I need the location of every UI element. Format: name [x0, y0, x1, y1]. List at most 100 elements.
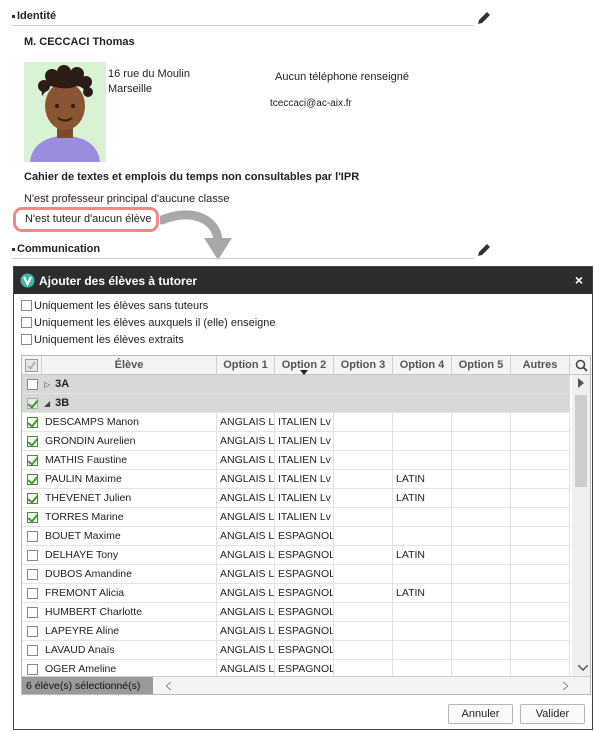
cell-opt4: LATIN	[393, 584, 452, 603]
table-row[interactable]: DESCAMPS Manon ANGLAIS L ITALIEN Lv	[22, 413, 570, 432]
cell-name: BOUET Maxime	[42, 527, 217, 546]
filter-extracted[interactable]: Uniquement les élèves extraits	[21, 334, 184, 348]
row-checkbox-cell[interactable]	[22, 489, 42, 508]
row-checkbox-cell[interactable]	[22, 565, 42, 584]
table-row[interactable]: LAVAUD Anaïs ANGLAIS L ESPAGNOL	[22, 641, 570, 660]
email-link[interactable]: tceccaci@ac-aix.fr	[270, 98, 352, 109]
table-row[interactable]: PAULIN Maxime ANGLAIS L ITALIEN Lv LATIN	[22, 470, 570, 489]
row-checkbox-cell[interactable]	[22, 546, 42, 565]
table-row[interactable]: HUMBERT Charlotte ANGLAIS L ESPAGNOL	[22, 603, 570, 622]
row-checkbox-cell[interactable]	[22, 584, 42, 603]
validate-button[interactable]: Valider	[520, 704, 585, 724]
cell-autres	[511, 508, 570, 527]
cell-opt4	[393, 527, 452, 546]
communication-section-header: Communication	[12, 243, 474, 259]
search-icon[interactable]	[575, 359, 588, 372]
row-checkbox[interactable]	[27, 569, 38, 580]
table-row[interactable]: THEVENET Julien ANGLAIS L ITALIEN Lv LATIN	[22, 489, 570, 508]
table-row[interactable]: DUBOS Amandine ANGLAIS L ESPAGNOL	[22, 565, 570, 584]
table-row[interactable]: TORRES Marine ANGLAIS L ITALIEN Lv	[22, 508, 570, 527]
cancel-button[interactable]: Annuler	[448, 704, 513, 724]
col-option-1[interactable]: Option 1	[217, 356, 275, 375]
bullet-icon	[12, 247, 15, 251]
select-all-cell[interactable]	[22, 356, 42, 375]
row-checkbox-cell[interactable]	[22, 432, 42, 451]
row-checkbox[interactable]	[27, 455, 38, 466]
group-label[interactable]: ▷ 3A	[44, 375, 69, 394]
select-all-checkbox-icon[interactable]	[25, 359, 38, 372]
scrollbar-thumb[interactable]	[575, 395, 587, 487]
dialog-title-bar: Ajouter des élèves à tutorer ×	[14, 267, 592, 294]
scroll-right-icon[interactable]	[562, 682, 568, 690]
row-checkbox-cell[interactable]	[22, 470, 42, 489]
col-autres[interactable]: Autres	[511, 356, 570, 375]
table-row[interactable]: DELHAYE Tony ANGLAIS L ESPAGNOL LATIN	[22, 546, 570, 565]
row-checkbox-cell[interactable]	[22, 622, 42, 641]
close-icon[interactable]: ×	[575, 272, 583, 288]
cell-opt1: ANGLAIS L	[217, 622, 275, 641]
row-checkbox[interactable]	[27, 531, 38, 542]
row-checkbox-cell[interactable]	[22, 451, 42, 470]
cell-opt3	[334, 622, 393, 641]
scroll-down-icon[interactable]	[578, 665, 588, 671]
scroll-left-icon[interactable]	[166, 682, 172, 690]
row-checkbox[interactable]	[27, 512, 38, 523]
col-option-4[interactable]: Option 4	[393, 356, 452, 375]
row-checkbox[interactable]	[27, 550, 38, 561]
row-checkbox[interactable]	[27, 588, 38, 599]
vertical-scrollbar[interactable]	[572, 375, 590, 676]
group-row[interactable]: ◢ 3B	[22, 394, 570, 413]
col-option-3[interactable]: Option 3	[334, 356, 393, 375]
checkbox[interactable]	[21, 317, 32, 328]
row-checkbox[interactable]	[27, 436, 38, 447]
cell-opt2: ITALIEN Lv	[275, 489, 334, 508]
group-checkbox[interactable]	[27, 379, 38, 390]
col-option-5[interactable]: Option 5	[452, 356, 511, 375]
pencil-icon[interactable]	[476, 242, 492, 258]
grid-search-button[interactable]	[570, 356, 590, 375]
row-checkbox-cell[interactable]	[22, 527, 42, 546]
row-checkbox-cell[interactable]	[22, 603, 42, 622]
group-label[interactable]: ◢ 3B	[44, 394, 69, 413]
bullet-icon	[12, 14, 15, 18]
row-checkbox[interactable]	[27, 664, 38, 675]
row-checkbox[interactable]	[27, 645, 38, 656]
checkbox[interactable]	[21, 300, 32, 311]
row-checkbox-cell[interactable]	[22, 508, 42, 527]
cell-autres	[511, 622, 570, 641]
cell-opt2: ESPAGNOL	[275, 565, 334, 584]
cell-opt5	[452, 527, 511, 546]
table-row[interactable]: BOUET Maxime ANGLAIS L ESPAGNOL	[22, 527, 570, 546]
row-checkbox[interactable]	[27, 474, 38, 485]
table-row[interactable]: GRONDIN Aurelien ANGLAIS L ITALIEN Lv	[22, 432, 570, 451]
table-row[interactable]: FREMONT Alicia ANGLAIS L ESPAGNOL LATIN	[22, 584, 570, 603]
cell-opt4	[393, 603, 452, 622]
cell-name: FREMONT Alicia	[42, 584, 217, 603]
scroll-right-arrow-icon[interactable]	[577, 378, 585, 388]
cell-opt5	[452, 546, 511, 565]
filter-no-tutor[interactable]: Uniquement les élèves sans tuteurs	[21, 300, 208, 314]
row-checkbox[interactable]	[27, 607, 38, 618]
pencil-icon[interactable]	[476, 10, 492, 26]
row-checkbox[interactable]	[27, 417, 38, 428]
row-checkbox[interactable]	[27, 626, 38, 637]
group-checkbox-cell[interactable]	[22, 375, 42, 394]
group-checkbox-cell[interactable]	[22, 394, 42, 413]
row-checkbox[interactable]	[27, 493, 38, 504]
group-row[interactable]: ▷ 3A	[22, 375, 570, 394]
table-row[interactable]: MATHIS Faustine ANGLAIS L ITALIEN Lv	[22, 451, 570, 470]
cell-opt2: ITALIEN Lv	[275, 508, 334, 527]
group-checkbox[interactable]	[27, 398, 38, 409]
expand-triangle-icon[interactable]: ▷	[44, 380, 50, 389]
col-eleve[interactable]: Élève	[42, 356, 217, 375]
cell-autres	[511, 413, 570, 432]
filter-taught[interactable]: Uniquement les élèves auxquels il (elle)…	[21, 317, 276, 331]
students-grid: Élève Option 1 Option 2 Option 3 Option …	[21, 355, 591, 695]
table-row[interactable]: LAPEYRE Aline ANGLAIS L ESPAGNOL	[22, 622, 570, 641]
collapse-triangle-icon[interactable]: ◢	[44, 399, 50, 408]
cell-opt2: ESPAGNOL	[275, 603, 334, 622]
checkbox[interactable]	[21, 334, 32, 345]
row-checkbox-cell[interactable]	[22, 641, 42, 660]
row-checkbox-cell[interactable]	[22, 413, 42, 432]
cell-opt2: ITALIEN Lv	[275, 432, 334, 451]
